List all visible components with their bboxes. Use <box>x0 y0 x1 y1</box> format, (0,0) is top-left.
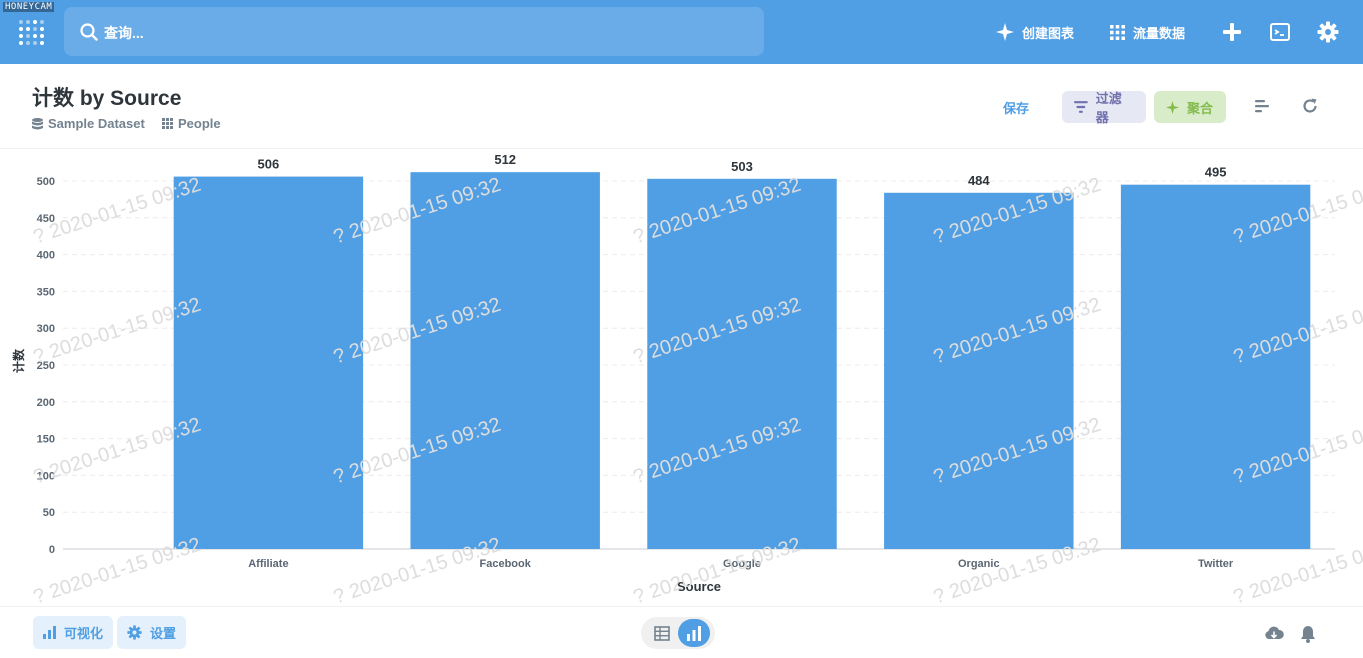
y-tick-label: 300 <box>37 323 55 335</box>
y-tick-label: 400 <box>37 250 55 262</box>
create-chart-button[interactable]: 创建图表 <box>996 20 1074 44</box>
breadcrumb-table-label: People <box>178 116 221 131</box>
y-tick-label: 100 <box>37 470 55 482</box>
y-tick-label: 0 <box>49 544 55 556</box>
bar-value-label: 506 <box>258 157 280 172</box>
x-axis-title: Source <box>677 579 721 594</box>
sparkle-small-icon <box>1166 100 1179 114</box>
x-tick-label: Twitter <box>1198 558 1234 570</box>
create-chart-label: 创建图表 <box>1022 25 1075 41</box>
breadcrumb-database[interactable]: Sample Dataset <box>32 116 145 131</box>
browse-data-label: 流量数据 <box>1133 25 1186 41</box>
y-tick-label: 50 <box>43 507 55 519</box>
bar-organic[interactable] <box>884 192 1074 549</box>
settings-button[interactable]: 设置 <box>117 616 187 649</box>
filter-label: 过滤器 <box>1095 91 1122 125</box>
top-navigation-bar: HONEYCAM 查询... 创建图表 流量数据 <box>0 0 1363 64</box>
search-input[interactable]: 查询... <box>104 23 144 43</box>
bar-chart-toggle-icon <box>687 626 701 641</box>
bar-twitter[interactable] <box>1120 184 1311 549</box>
footer-bar: 可视化 设置 <box>0 606 1363 658</box>
visualize-button[interactable]: 可视化 <box>33 616 114 649</box>
x-tick-label: Affiliate <box>248 558 288 570</box>
bar-chart-icon <box>43 626 56 639</box>
summarize-label: 聚合 <box>1187 100 1214 116</box>
bar-value-label: 503 <box>731 159 753 174</box>
save-button[interactable]: 保存 <box>1003 98 1029 117</box>
y-axis-title: 计数 <box>11 348 26 373</box>
bar-value-label: 512 <box>494 152 516 167</box>
bar-value-label: 495 <box>1205 165 1227 180</box>
y-tick-label: 200 <box>37 397 55 409</box>
bar-value-label: 484 <box>968 173 990 188</box>
browse-data-button[interactable]: 流量数据 <box>1110 20 1185 44</box>
breadcrumb-database-label: Sample Dataset <box>48 116 145 131</box>
bar-facebook[interactable] <box>410 172 600 549</box>
summarize-button[interactable]: 聚合 <box>1154 91 1226 123</box>
y-tick-label: 150 <box>37 434 55 446</box>
logo-icon[interactable] <box>18 19 46 47</box>
database-icon <box>32 117 43 129</box>
table-icon <box>654 625 670 641</box>
gear-small-icon <box>127 625 142 640</box>
x-tick-label: Google <box>723 558 761 570</box>
search-icon <box>80 23 98 41</box>
chart-view-toggle[interactable] <box>678 619 710 647</box>
sort-lines-icon[interactable] <box>1253 97 1271 115</box>
question-title: 计数 by Source <box>32 87 182 110</box>
table-view-toggle[interactable] <box>649 621 675 645</box>
x-tick-label: Organic <box>958 558 1000 570</box>
filter-button[interactable]: 过滤器 <box>1062 91 1146 125</box>
visualize-label: 可视化 <box>64 626 104 641</box>
gear-icon[interactable] <box>1317 21 1339 43</box>
table-grid-icon <box>162 118 173 129</box>
y-tick-label: 250 <box>37 360 55 372</box>
search-bar[interactable]: 查询... <box>64 7 764 56</box>
download-icon[interactable] <box>1264 624 1284 644</box>
y-tick-label: 450 <box>37 213 55 225</box>
plus-icon[interactable] <box>1221 21 1243 43</box>
filter-icon <box>1074 101 1088 113</box>
bar-google[interactable] <box>647 178 837 549</box>
y-tick-label: 500 <box>37 176 55 188</box>
y-tick-label: 350 <box>37 286 55 298</box>
view-toggle <box>641 617 715 649</box>
breadcrumb-table[interactable]: People <box>162 116 221 131</box>
refresh-icon[interactable] <box>1301 97 1319 115</box>
bar-affiliate[interactable] <box>173 176 364 550</box>
bell-icon[interactable] <box>1298 624 1318 644</box>
bar-chart: 0 50 100 150 200 250 300 350 400 450 500 506 Affili… <box>11 152 1335 594</box>
recorder-badge: HONEYCAM <box>3 2 55 12</box>
terminal-icon[interactable] <box>1269 21 1291 43</box>
settings-label: 设置 <box>150 626 177 641</box>
sparkle-icon <box>996 23 1014 41</box>
x-tick-label: Facebook <box>480 558 532 570</box>
grid-icon <box>1110 24 1125 40</box>
